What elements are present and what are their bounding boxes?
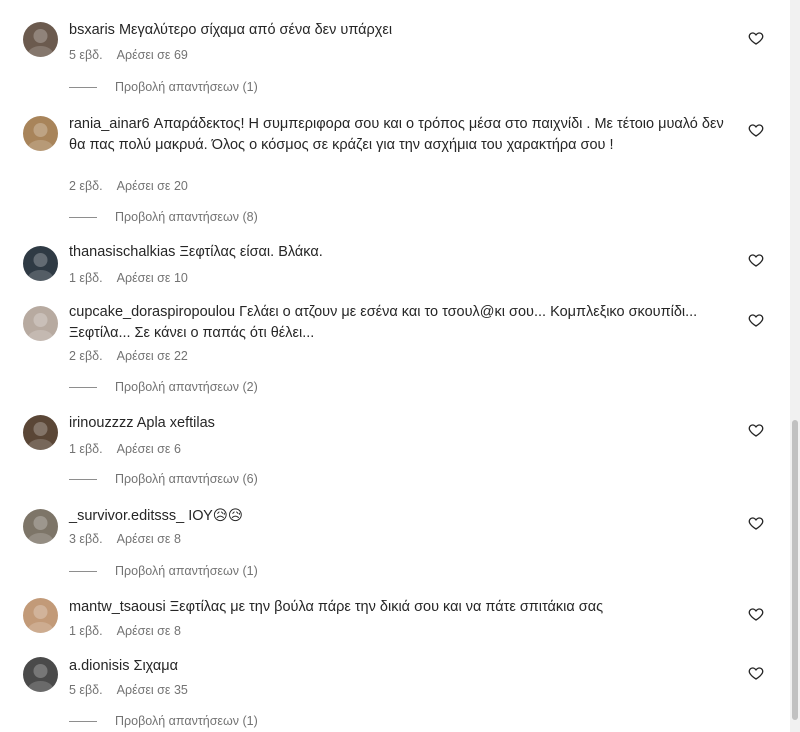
heart-outline-icon[interactable] — [748, 606, 764, 622]
replies-divider-line — [69, 570, 97, 572]
avatar[interactable] — [23, 598, 58, 633]
comment-username[interactable]: thanasischalkias — [69, 244, 175, 260]
comment-likes[interactable]: Αρέσει σε 8 — [117, 624, 181, 638]
avatar[interactable] — [23, 657, 58, 692]
view-replies-label: Προβολή απαντήσεων (1) — [115, 564, 258, 578]
view-replies-label: Προβολή απαντήσεων (1) — [115, 714, 258, 728]
view-replies-button[interactable]: Προβολή απαντήσεων (6) — [69, 472, 258, 486]
comment-username[interactable]: mantw_tsaousi — [69, 599, 166, 615]
comment-text: thanasischalkias Ξεφτίλας είσαι. Βλάκα. — [69, 242, 729, 263]
view-replies-button[interactable]: Προβολή απαντήσεων (1) — [69, 564, 258, 578]
comment-likes[interactable]: Αρέσει σε 22 — [117, 349, 188, 363]
comment-body: Apla xeftilas — [136, 415, 215, 431]
comment-meta: 5 εβδ. Αρέσει σε 69 — [69, 48, 188, 62]
heart-outline-icon[interactable] — [748, 665, 764, 681]
heart-outline-icon[interactable] — [748, 30, 764, 46]
comment-username[interactable]: rania_ainar6 — [69, 116, 150, 132]
comment-likes[interactable]: Αρέσει σε 6 — [117, 442, 181, 456]
view-replies-label: Προβολή απαντήσεων (1) — [115, 80, 258, 94]
replies-divider-line — [69, 386, 97, 388]
avatar[interactable] — [23, 116, 58, 151]
comment-likes[interactable]: Αρέσει σε 20 — [117, 179, 188, 193]
comment-username[interactable]: bsxaris — [69, 22, 115, 38]
replies-divider-line — [69, 86, 97, 88]
comment-time[interactable]: 1 εβδ. — [69, 624, 103, 638]
comment-likes[interactable]: Αρέσει σε 8 — [117, 532, 181, 546]
comment-meta: 1 εβδ. Αρέσει σε 6 — [69, 442, 181, 456]
comment-body: ΙΟΥ😥😥 — [188, 508, 244, 524]
comment-time[interactable]: 1 εβδ. — [69, 271, 103, 285]
heart-outline-icon[interactable] — [748, 252, 764, 268]
comment-text: bsxaris Μεγαλύτερο σίχαμα από σένα δεν υ… — [69, 20, 729, 41]
comment-time[interactable]: 1 εβδ. — [69, 442, 103, 456]
comment-meta: 1 εβδ. Αρέσει σε 8 — [69, 624, 181, 638]
comment-username[interactable]: irinouzzzz — [69, 415, 133, 431]
comment-likes[interactable]: Αρέσει σε 35 — [117, 683, 188, 697]
avatar[interactable] — [23, 509, 58, 544]
comment-time[interactable]: 5 εβδ. — [69, 683, 103, 697]
avatar[interactable] — [23, 246, 58, 281]
comment-meta: 5 εβδ. Αρέσει σε 35 — [69, 683, 188, 697]
avatar[interactable] — [23, 415, 58, 450]
avatar[interactable] — [23, 306, 58, 341]
heart-outline-icon[interactable] — [748, 515, 764, 531]
comment-time[interactable]: 5 εβδ. — [69, 48, 103, 62]
view-replies-label: Προβολή απαντήσεων (6) — [115, 472, 258, 486]
comment-body: Σιχαμα — [133, 658, 179, 674]
scrollbar-thumb[interactable] — [792, 420, 798, 720]
replies-divider-line — [69, 720, 97, 722]
scrollbar-track[interactable] — [790, 0, 800, 732]
view-replies-button[interactable]: Προβολή απαντήσεων (1) — [69, 80, 258, 94]
heart-outline-icon[interactable] — [748, 312, 764, 328]
heart-outline-icon[interactable] — [748, 122, 764, 138]
comment-text: mantw_tsaousi Ξεφτίλας με την βούλα πάρε… — [69, 597, 729, 618]
comment-text: a.dionisis Σιχαμα — [69, 656, 729, 677]
comment-text: irinouzzzz Apla xeftilas — [69, 413, 729, 434]
replies-divider-line — [69, 478, 97, 480]
view-replies-label: Προβολή απαντήσεων (2) — [115, 380, 258, 394]
comment-body: Μεγαλύτερο σίχαμα από σένα δεν υπάρχει — [118, 22, 393, 38]
view-replies-button[interactable]: Προβολή απαντήσεων (8) — [69, 210, 258, 224]
comment-likes[interactable]: Αρέσει σε 69 — [117, 48, 188, 62]
comments-list: bsxaris Μεγαλύτερο σίχαμα από σένα δεν υ… — [0, 0, 790, 732]
view-replies-label: Προβολή απαντήσεων (8) — [115, 210, 258, 224]
view-replies-button[interactable]: Προβολή απαντήσεων (1) — [69, 714, 258, 728]
comment-likes[interactable]: Αρέσει σε 10 — [117, 271, 188, 285]
comment-username[interactable]: cupcake_doraspiropoulou — [69, 304, 235, 320]
replies-divider-line — [69, 216, 97, 218]
comment-time[interactable]: 3 εβδ. — [69, 532, 103, 546]
heart-outline-icon[interactable] — [748, 422, 764, 438]
view-replies-button[interactable]: Προβολή απαντήσεων (2) — [69, 380, 258, 394]
avatar[interactable] — [23, 22, 58, 57]
comment-meta: 1 εβδ. Αρέσει σε 10 — [69, 271, 188, 285]
comment-meta: 3 εβδ. Αρέσει σε 8 — [69, 532, 181, 546]
comment-body: Απαράδεκτος! Η συμπεριφορα σου και ο τρό… — [69, 116, 724, 153]
comment-body: Ξεφτίλας είσαι. Βλάκα. — [179, 244, 323, 260]
comment-username[interactable]: _survivor.editsss_ — [69, 508, 184, 524]
comment-time[interactable]: 2 εβδ. — [69, 179, 103, 193]
comment-username[interactable]: a.dionisis — [69, 658, 129, 674]
comment-time[interactable]: 2 εβδ. — [69, 349, 103, 363]
comment-text: cupcake_doraspiropoulou Γελάει ο ατζουν … — [69, 302, 729, 344]
comment-meta: 2 εβδ. Αρέσει σε 20 — [69, 179, 188, 193]
comment-text: _survivor.editsss_ ΙΟΥ😥😥 — [69, 506, 729, 527]
comment-text: rania_ainar6 Απαράδεκτος! Η συμπεριφορα … — [69, 114, 729, 156]
comment-body: Ξεφτίλας με την βούλα πάρε την δικιά σου… — [169, 599, 604, 615]
comment-meta: 2 εβδ. Αρέσει σε 22 — [69, 349, 188, 363]
